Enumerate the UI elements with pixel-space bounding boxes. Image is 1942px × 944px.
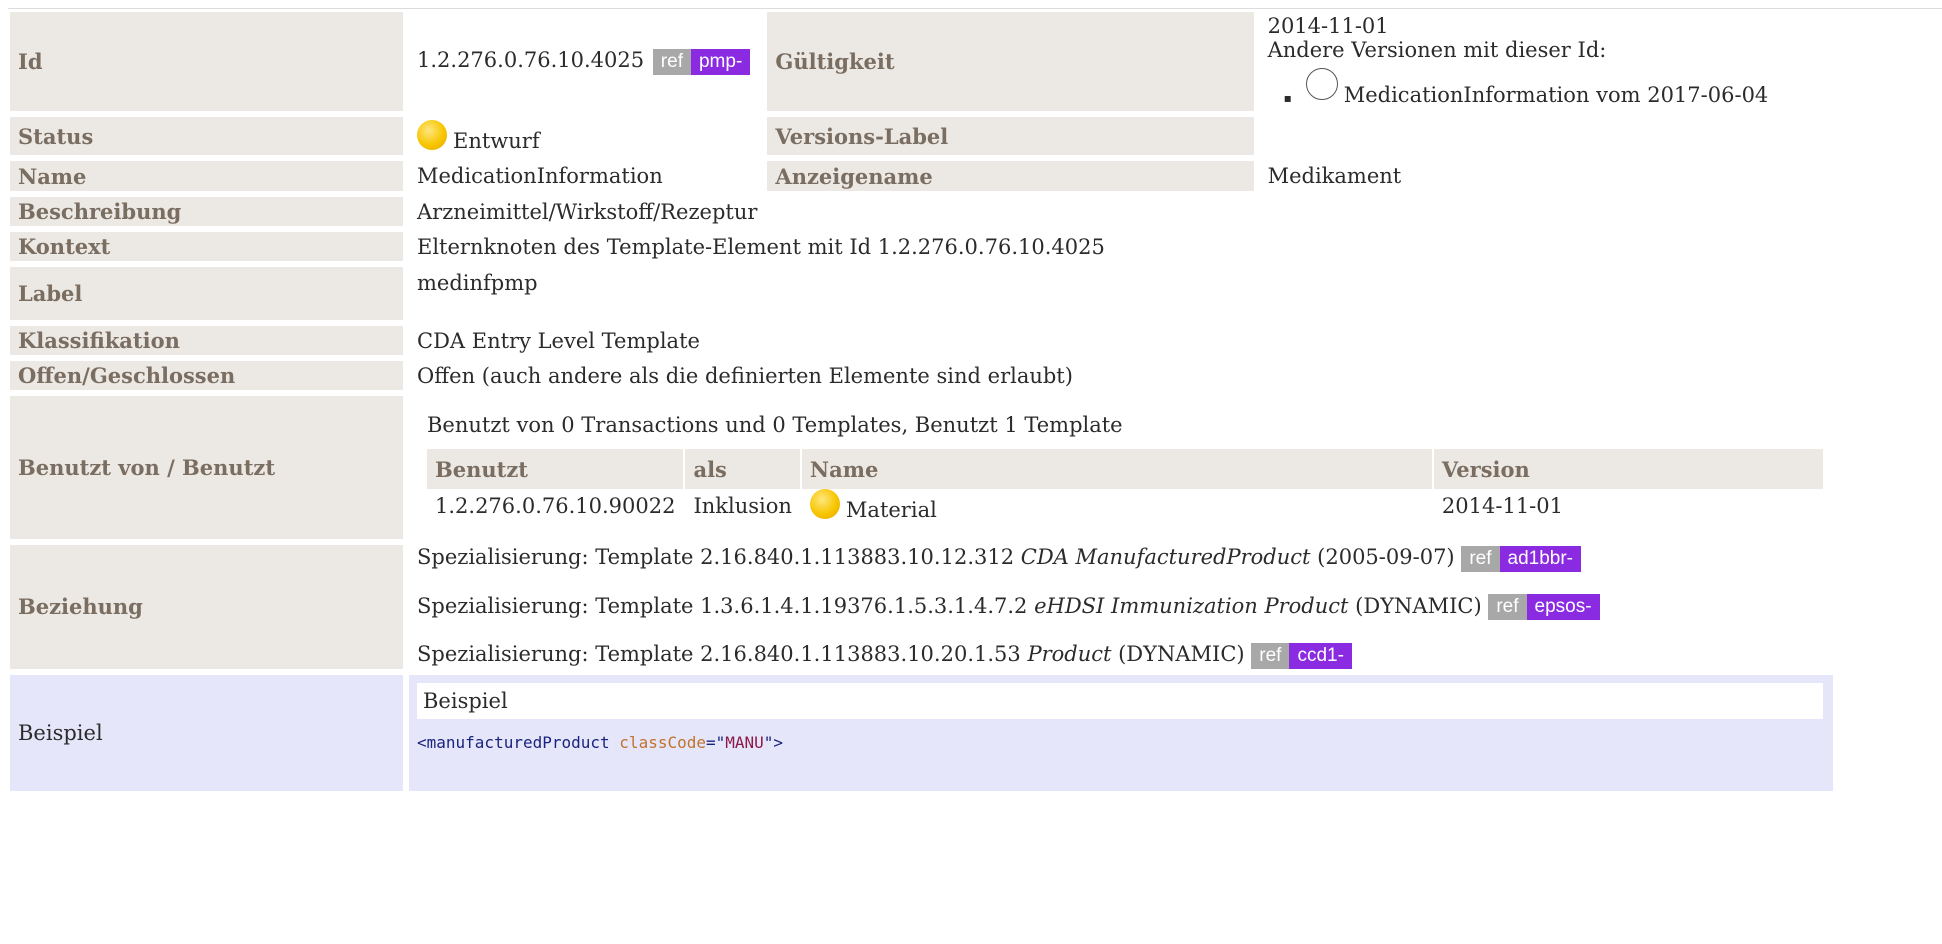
column-header-used: Benutzt	[427, 449, 684, 489]
relation-item: Spezialisierung: Template 1.3.6.1.4.1.19…	[417, 593, 1825, 620]
status-value: Entwurf	[453, 128, 540, 153]
example-label: Beispiel	[10, 674, 403, 791]
table-row[interactable]: 1.2.276.0.76.10.90022 Inklusion Material…	[427, 489, 1823, 522]
relation-suffix: (DYNAMIC)	[1348, 593, 1482, 618]
prefix-badge: ad1bbr-	[1499, 545, 1581, 572]
relation-prefix: Spezialisierung: Template 2.16.840.1.113…	[417, 545, 1021, 569]
display-name-value: Medikament	[1259, 161, 1833, 191]
open-closed-label: Offen/Geschlossen	[10, 361, 403, 390]
description-value: Arzneimittel/Wirkstoff/Rezeptur	[409, 197, 1833, 226]
code-equals: ="	[706, 732, 726, 752]
relation-suffix: (DYNAMIC)	[1111, 642, 1245, 666]
name-label: Name	[10, 161, 403, 191]
used-name-cell: Material	[801, 489, 1432, 522]
classification-label: Klassifikation	[10, 326, 403, 355]
example-code: <manufacturedProduct classCode="MANU">	[417, 733, 1825, 752]
code-tag-close: ">	[763, 732, 784, 752]
template-details-table: Id 1.2.276.0.76.10.4025 ref pmp- Gültigke…	[4, 6, 1839, 797]
code-value: MANU	[725, 732, 764, 752]
display-name-label: Anzeigename	[767, 161, 1254, 191]
classification-value: CDA Entry Level Template	[409, 326, 1833, 355]
used-by-table: Benutzt als Name Version 1.2.276.0.76.10…	[425, 449, 1825, 522]
used-by-label: Benutzt von / Benutzt	[10, 396, 403, 539]
used-version: 2014-11-01	[1433, 489, 1823, 522]
id-label: Id	[10, 12, 403, 111]
other-versions-text: Andere Versionen mit dieser Id:	[1267, 38, 1607, 62]
open-closed-value: Offen (auch andere als die definierten E…	[409, 361, 1833, 390]
column-header-version: Version	[1433, 449, 1823, 489]
used-by-summary: Benutzt von 0 Transactions und 0 Templat…	[427, 413, 1123, 437]
prefix-badge: epsos-	[1526, 594, 1600, 620]
bullet-icon: ▪	[1283, 91, 1292, 105]
relation-label: Beziehung	[10, 545, 403, 669]
used-name[interactable]: Material	[846, 498, 937, 522]
version-list-item[interactable]: ▪ MedicationInformation vom 2017-06-04	[1284, 68, 1825, 107]
tag-value: medinfpmp	[409, 267, 1833, 320]
status-label: Status	[10, 117, 403, 155]
ref-badge: ref	[1251, 642, 1290, 669]
ref-badge: ref	[1461, 545, 1500, 572]
draft-status-icon	[809, 489, 840, 519]
relation-suffix: (2005-09-07)	[1310, 545, 1455, 569]
column-header-as: als	[685, 449, 800, 489]
name-value: MedicationInformation	[409, 161, 762, 191]
example-title: Beispiel	[417, 682, 1823, 719]
context-value: Elternknoten des Template-Element mit Id…	[409, 232, 1833, 261]
ref-badge: ref	[652, 48, 691, 75]
used-by-cell: Benutzt von 0 Transactions und 0 Templat…	[409, 396, 1833, 539]
relation-template-name[interactable]: Product	[1027, 642, 1111, 666]
description-label: Beschreibung	[10, 197, 403, 226]
used-as: Inklusion	[685, 489, 800, 522]
prefix-badge: ccd1-	[1289, 642, 1352, 669]
status-circle-icon	[1305, 68, 1338, 100]
id-value-cell: 1.2.276.0.76.10.4025 ref pmp-	[409, 12, 762, 111]
used-template-id[interactable]: 1.2.276.0.76.10.90022	[427, 489, 684, 522]
code-attribute: classCode	[619, 732, 706, 752]
code-tag-open: <manufacturedProduct	[417, 732, 620, 752]
relation-item: Spezialisierung: Template 2.16.840.1.113…	[417, 545, 1825, 572]
draft-status-icon	[417, 119, 447, 150]
ref-badge: ref	[1488, 594, 1527, 620]
tag-label: Label	[10, 267, 403, 320]
relation-cell: Spezialisierung: Template 2.16.840.1.113…	[409, 545, 1833, 669]
relation-item: Spezialisierung: Template 2.16.840.1.113…	[417, 642, 1825, 669]
relation-prefix: Spezialisierung: Template 2.16.840.1.113…	[417, 642, 1028, 666]
example-cell: Beispiel <manufacturedProduct classCode=…	[409, 674, 1833, 791]
column-header-name: Name	[801, 449, 1432, 489]
validity-date: 2014-11-01	[1267, 14, 1389, 38]
context-label: Kontext	[10, 232, 403, 261]
relation-template-name[interactable]: eHDSI Immunization Product	[1034, 594, 1348, 618]
version-link[interactable]: MedicationInformation vom 2017-06-04	[1344, 83, 1769, 107]
prefix-badge: pmp-	[690, 48, 751, 75]
validity-label: Gültigkeit	[767, 12, 1254, 111]
validity-value-cell: 2014-11-01 Andere Versionen mit dieser I…	[1259, 12, 1833, 155]
status-value-cell: Entwurf	[409, 117, 762, 155]
version-label-label: Versions-Label	[767, 117, 1254, 155]
relation-template-name[interactable]: CDA ManufacturedProduct	[1021, 545, 1311, 569]
relation-prefix: Spezialisierung: Template 1.3.6.1.4.1.19…	[417, 593, 1035, 618]
id-value: 1.2.276.0.76.10.4025	[417, 48, 645, 73]
